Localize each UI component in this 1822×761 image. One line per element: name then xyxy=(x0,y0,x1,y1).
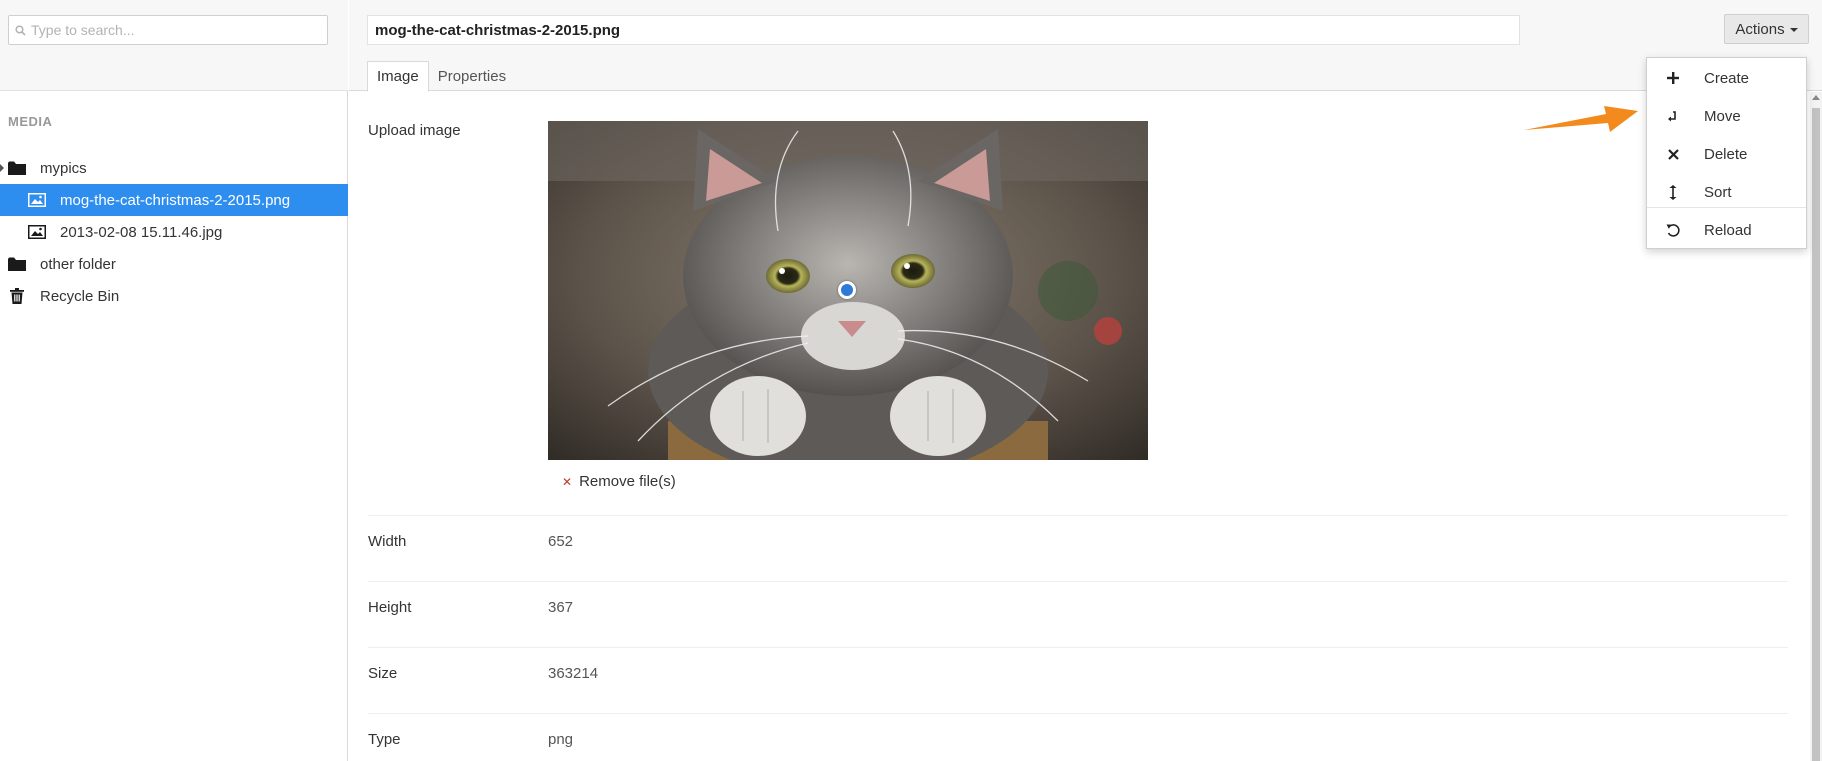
scrollbar-thumb[interactable] xyxy=(1812,108,1820,761)
move-icon xyxy=(1663,106,1683,126)
size-label: Size xyxy=(368,665,398,682)
search-input[interactable] xyxy=(31,22,316,38)
menu-item-label: Reload xyxy=(1704,221,1752,239)
tree-item-mypics[interactable]: mypics xyxy=(0,152,348,184)
section-title-media: MEDIA xyxy=(8,114,53,129)
close-icon xyxy=(1663,144,1683,164)
menu-item-label: Delete xyxy=(1704,145,1748,163)
media-tree: mypics mog-the-cat-christmas-2-2015.png … xyxy=(0,152,348,312)
folder-icon xyxy=(7,158,27,178)
width-value: 652 xyxy=(548,533,574,550)
sort-icon xyxy=(1663,182,1683,202)
expand-caret-icon[interactable] xyxy=(0,164,4,172)
image-icon xyxy=(27,222,47,242)
height-label: Height xyxy=(368,599,412,616)
menu-item-delete[interactable]: Delete xyxy=(1647,135,1806,173)
tab-properties[interactable]: Properties xyxy=(429,61,515,92)
field-divider xyxy=(368,647,1788,648)
field-divider xyxy=(368,515,1788,516)
menu-item-create[interactable]: Create xyxy=(1647,59,1806,97)
tree-item-label: mog-the-cat-christmas-2-2015.png xyxy=(60,191,291,209)
size-value: 363214 xyxy=(548,665,599,682)
tree-item-recycle-bin[interactable]: Recycle Bin xyxy=(0,280,348,312)
tab-image[interactable]: Image xyxy=(367,61,429,92)
tree-item-other-folder[interactable]: other folder xyxy=(0,248,348,280)
tree-item-mog-the-cat-png[interactable]: mog-the-cat-christmas-2-2015.png xyxy=(0,184,348,216)
width-label: Width xyxy=(368,533,407,550)
menu-item-label: Create xyxy=(1704,69,1750,87)
annotation-arrow-icon xyxy=(1524,106,1638,132)
type-value: png xyxy=(548,731,574,748)
remove-x-icon: ✕ xyxy=(562,474,573,489)
editor-header: Actions Image Properties xyxy=(349,0,1822,92)
upload-image-label: Upload image xyxy=(368,122,461,139)
menu-item-move[interactable]: Move xyxy=(1647,97,1806,135)
menu-item-sort[interactable]: Sort xyxy=(1647,173,1806,211)
remove-files-label: Remove file(s) xyxy=(579,473,676,490)
editor-content: Upload image ✕ Remove file(s) Width 652 … xyxy=(349,92,1797,761)
trash-icon xyxy=(7,286,27,306)
image-icon xyxy=(27,190,47,210)
field-divider xyxy=(368,713,1788,714)
folder-icon xyxy=(7,254,27,274)
field-divider xyxy=(368,581,1788,582)
tree-item-label: Recycle Bin xyxy=(40,287,120,305)
tree-item-label: mypics xyxy=(40,159,87,177)
sidebar-header xyxy=(0,0,348,91)
height-value: 367 xyxy=(548,599,574,616)
menu-item-reload[interactable]: Reload xyxy=(1647,211,1806,249)
actions-menu: Create Move Delete Sort Reload xyxy=(1646,57,1807,249)
sidebar: MEDIA mypics mog-the-cat-christmas-2-201… xyxy=(0,0,348,761)
focal-point-handle[interactable] xyxy=(838,281,856,299)
scroll-up-arrow-icon[interactable] xyxy=(1812,95,1820,100)
menu-item-label: Move xyxy=(1704,107,1741,125)
search-icon xyxy=(9,24,31,36)
tree-item-label: other folder xyxy=(40,255,116,273)
caret-down-icon xyxy=(1789,28,1798,32)
reload-icon xyxy=(1663,220,1683,240)
tree-item-2013-jpg[interactable]: 2013-02-08 15.11.46.jpg xyxy=(0,216,348,248)
tree-item-label: 2013-02-08 15.11.46.jpg xyxy=(60,223,223,241)
type-label: Type xyxy=(368,731,401,748)
menu-item-label: Sort xyxy=(1704,183,1732,201)
actions-button[interactable]: Actions xyxy=(1724,14,1809,44)
tab-bar: Image Properties xyxy=(367,61,515,92)
media-name-input[interactable] xyxy=(367,15,1520,45)
remove-files-link[interactable]: ✕ Remove file(s) xyxy=(562,473,676,490)
search-box[interactable] xyxy=(8,15,328,45)
menu-separator xyxy=(1647,207,1806,208)
actions-button-label: Actions xyxy=(1735,20,1785,38)
plus-icon xyxy=(1663,68,1683,88)
image-preview[interactable] xyxy=(548,121,1148,460)
